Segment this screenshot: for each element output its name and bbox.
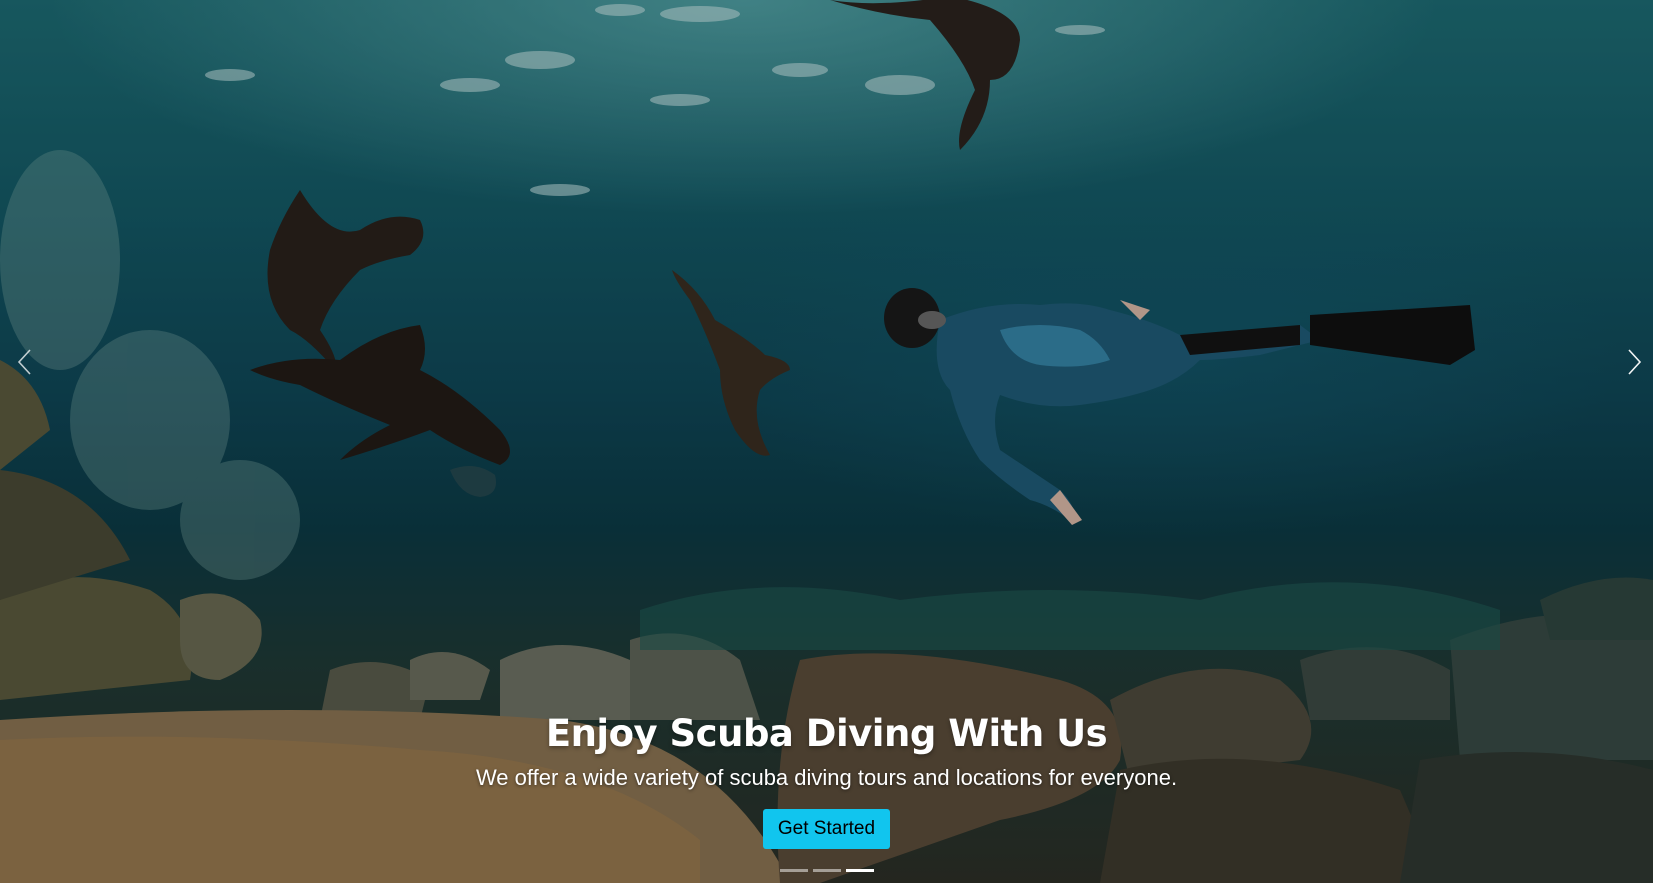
caption-text: We offer a wide variety of scuba diving … bbox=[475, 765, 1178, 790]
chevron-left-icon bbox=[15, 347, 35, 382]
carousel-indicator-2[interactable] bbox=[812, 869, 841, 872]
carousel-prev-button[interactable] bbox=[8, 347, 42, 381]
hero-carousel: Enjoy Scuba Diving With Us We offer a wi… bbox=[0, 0, 1653, 883]
caption-title: Enjoy Scuba Diving With Us bbox=[545, 712, 1108, 755]
carousel-caption: Enjoy Scuba Diving With Us We offer a wi… bbox=[0, 712, 1653, 849]
carousel-indicator-1[interactable] bbox=[779, 869, 808, 872]
carousel-next-button[interactable] bbox=[1617, 347, 1651, 381]
carousel-indicators bbox=[0, 869, 1653, 872]
chevron-right-icon bbox=[1624, 347, 1644, 382]
get-started-button[interactable]: Get Started bbox=[762, 809, 891, 849]
carousel-indicator-3[interactable] bbox=[845, 869, 874, 872]
